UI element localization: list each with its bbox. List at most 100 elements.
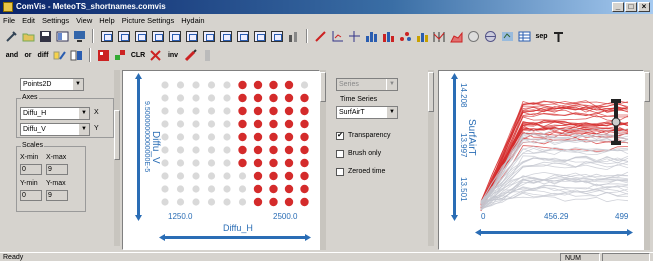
- scatter-point[interactable]: [161, 198, 169, 206]
- open-folder-icon[interactable]: [21, 29, 36, 44]
- scatter-point[interactable]: [238, 145, 247, 155]
- scatter-point[interactable]: [300, 184, 309, 194]
- scatter-point[interactable]: [176, 172, 185, 180]
- menu-help[interactable]: Help: [99, 16, 114, 25]
- scatter-point[interactable]: [207, 159, 216, 167]
- and-button[interactable]: and: [4, 48, 20, 63]
- scatter-point[interactable]: [176, 94, 185, 102]
- scatter-point[interactable]: [300, 145, 309, 155]
- view-grid-icon-4[interactable]: [150, 29, 165, 44]
- scatter-point[interactable]: [269, 197, 278, 207]
- x-brush-icon[interactable]: [148, 48, 163, 63]
- scatter-point[interactable]: [253, 119, 263, 129]
- scatter-point[interactable]: [300, 119, 309, 129]
- globe-icon[interactable]: [483, 29, 498, 44]
- scatter-point[interactable]: [207, 172, 216, 180]
- scatter-point[interactable]: [192, 133, 200, 141]
- or-button[interactable]: or: [22, 48, 34, 63]
- scatter-point[interactable]: [207, 198, 216, 206]
- scatter-point[interactable]: [253, 171, 263, 181]
- scatter-point[interactable]: [284, 197, 294, 207]
- ts-y-axis-bottom-handle[interactable]: [451, 215, 458, 221]
- minimize-button[interactable]: _: [612, 2, 624, 12]
- scatter-point[interactable]: [253, 106, 263, 116]
- scatter-point[interactable]: [223, 94, 231, 102]
- scatter-point[interactable]: [238, 198, 247, 206]
- scatter-point[interactable]: [223, 185, 231, 193]
- scatter-point[interactable]: [207, 133, 216, 141]
- area-chart-icon[interactable]: [449, 29, 464, 44]
- view-grid-icon-7[interactable]: [201, 29, 216, 44]
- scatter-plot-view[interactable]: 9.50000000000000E-5 Diffu_V 1250.0 2500.…: [122, 70, 320, 250]
- monitor-icon[interactable]: [72, 29, 87, 44]
- scatter-point[interactable]: [207, 185, 216, 193]
- selection-center-handle[interactable]: [611, 117, 621, 127]
- map-icon[interactable]: [500, 29, 515, 44]
- scatter-point[interactable]: [176, 146, 185, 154]
- maximize-button[interactable]: □: [625, 2, 637, 12]
- scatter-point[interactable]: [238, 119, 247, 129]
- scatter-point[interactable]: [176, 120, 185, 128]
- scatter-point[interactable]: [176, 185, 185, 193]
- scatter-point[interactable]: [300, 81, 309, 89]
- tools-icon[interactable]: [4, 29, 19, 44]
- scatter-point[interactable]: [192, 198, 200, 206]
- scatter-point[interactable]: [192, 159, 200, 167]
- crosshair-icon[interactable]: [347, 29, 362, 44]
- scatter-point[interactable]: [161, 172, 169, 180]
- view-grid-icon-1[interactable]: [99, 29, 114, 44]
- scatter-point[interactable]: [238, 93, 247, 103]
- x-axis-select[interactable]: Diffu_H ▼: [20, 107, 90, 120]
- chevron-down-icon[interactable]: ▼: [78, 108, 89, 119]
- ymax-field[interactable]: 9: [46, 190, 68, 201]
- scatter-point[interactable]: [161, 159, 169, 167]
- scatter-point[interactable]: [207, 120, 216, 128]
- ts-view-type-select[interactable]: Series ▼: [336, 78, 398, 91]
- scatter-point[interactable]: [269, 93, 278, 103]
- histogram-icon[interactable]: [364, 29, 379, 44]
- scatter-point[interactable]: [284, 184, 294, 194]
- brush-only-checkbox[interactable]: [336, 150, 344, 158]
- scatter-point[interactable]: [284, 132, 294, 142]
- scatter-point[interactable]: [253, 145, 263, 155]
- y-axis-bar[interactable]: [137, 77, 140, 217]
- settings-scrollbar[interactable]: [114, 70, 120, 246]
- pin-icon[interactable]: [551, 29, 566, 44]
- scatter-point[interactable]: [161, 81, 169, 89]
- view-type-select[interactable]: Points2D ▼: [20, 78, 84, 91]
- view-grid-icon-3[interactable]: [133, 29, 148, 44]
- scatter-point[interactable]: [176, 133, 185, 141]
- scatter-point[interactable]: [223, 198, 231, 206]
- ts-y-axis-bar[interactable]: [453, 77, 456, 217]
- brush-select-icon[interactable]: [52, 48, 67, 63]
- scatter-point[interactable]: [207, 81, 216, 89]
- scatter-point[interactable]: [223, 107, 231, 115]
- invert-button[interactable]: inv: [165, 48, 181, 63]
- scatter-point[interactable]: [192, 185, 200, 193]
- table-icon[interactable]: [517, 29, 532, 44]
- brush-red-icon[interactable]: [96, 48, 111, 63]
- time-series-canvas[interactable]: 14.208 SurfAirT 13.997 13.501 0 456.29 4…: [439, 71, 643, 249]
- scatter-point[interactable]: [192, 107, 200, 115]
- scatter-point[interactable]: [238, 80, 247, 90]
- xmax-field[interactable]: 9: [46, 164, 68, 175]
- menu-settings[interactable]: Settings: [42, 16, 69, 25]
- chevron-down-icon[interactable]: ▼: [386, 107, 397, 118]
- ts-y-axis-top-handle[interactable]: [451, 73, 458, 79]
- scatter-point[interactable]: [176, 81, 185, 89]
- scatter-point[interactable]: [176, 159, 185, 167]
- x-axis-bar[interactable]: [163, 236, 307, 239]
- scatter-point[interactable]: [161, 120, 169, 128]
- scatter-point[interactable]: [223, 172, 231, 180]
- view-grid-icon-11[interactable]: [269, 29, 284, 44]
- scatter-point[interactable]: [161, 107, 169, 115]
- scatter-point[interactable]: [300, 93, 309, 103]
- menu-picture-settings[interactable]: Picture Settings: [122, 16, 175, 25]
- menu-view[interactable]: View: [76, 16, 92, 25]
- axes-icon[interactable]: [330, 29, 345, 44]
- scatter-point[interactable]: [300, 132, 309, 142]
- scatter-point[interactable]: [192, 146, 200, 154]
- view-grid-icon-8[interactable]: [218, 29, 233, 44]
- xmin-field[interactable]: 0: [20, 164, 42, 175]
- scatter-point[interactable]: [161, 185, 169, 193]
